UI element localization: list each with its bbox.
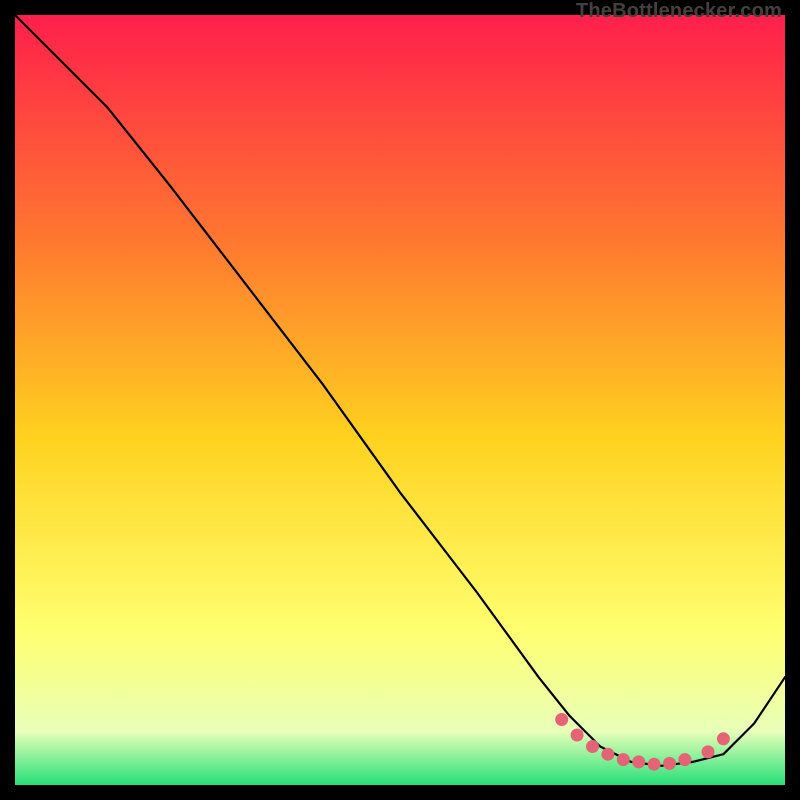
marker-dot xyxy=(648,758,661,771)
marker-dot xyxy=(717,732,730,745)
marker-dot xyxy=(678,753,691,766)
watermark-text: TheBottlenecker.com xyxy=(576,0,782,23)
marker-dot xyxy=(663,757,676,770)
marker-dot xyxy=(586,740,599,753)
marker-dot xyxy=(702,745,715,758)
marker-dot xyxy=(601,748,614,761)
marker-dot xyxy=(632,755,645,768)
chart-frame xyxy=(15,15,785,785)
bottleneck-chart xyxy=(15,15,785,785)
marker-dot xyxy=(571,729,584,742)
marker-dot xyxy=(555,713,568,726)
marker-dot xyxy=(617,753,630,766)
gradient-background xyxy=(15,15,785,785)
